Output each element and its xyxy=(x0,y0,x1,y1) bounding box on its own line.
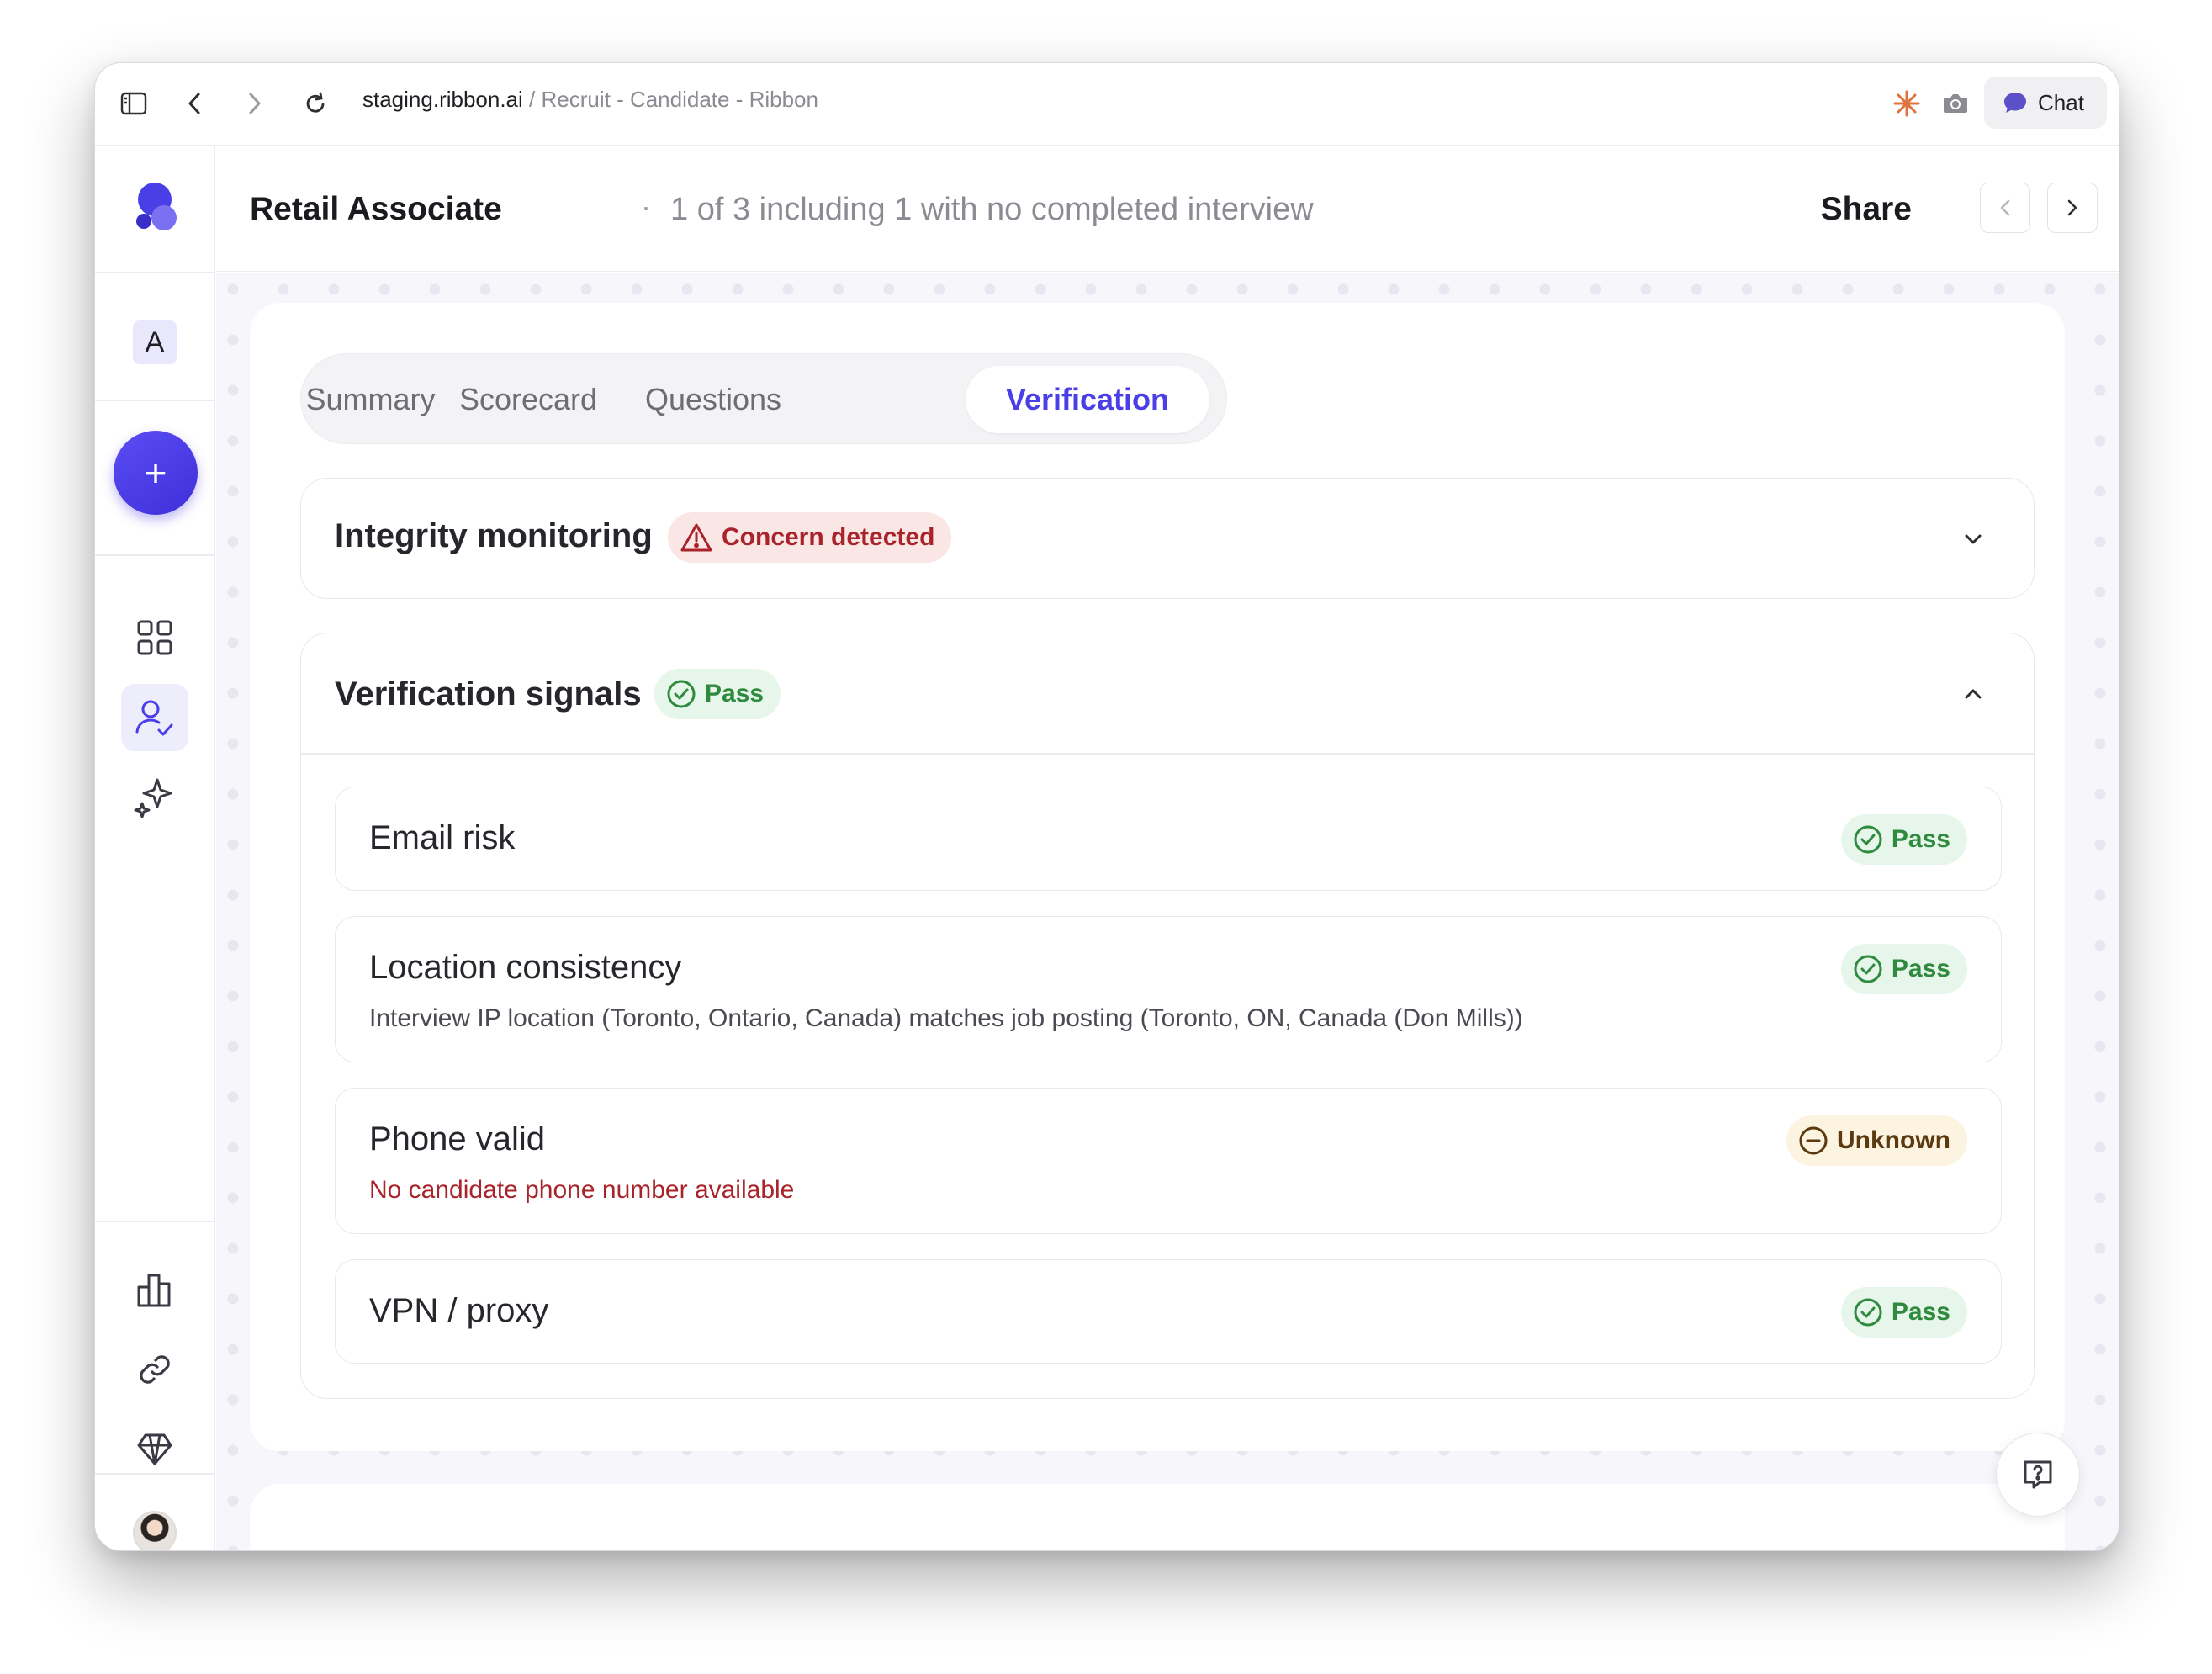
chat-button[interactable]: Chat xyxy=(1984,77,2107,129)
tab-scorecard[interactable]: Scorecard xyxy=(440,366,617,433)
sparkles-icon xyxy=(134,778,172,818)
app-sidebar: A + xyxy=(95,146,215,1550)
sidebar-item-integrations[interactable] xyxy=(121,1336,188,1403)
signal-status-badge: Unknown xyxy=(1786,1115,1967,1166)
verification-signals-title: Verification signals xyxy=(335,675,642,713)
sidebar-item-candidates[interactable] xyxy=(121,684,188,751)
reload-icon[interactable] xyxy=(295,83,336,124)
signal-location-consistency: Location consistency Interview IP locati… xyxy=(335,916,2002,1062)
signal-status-badge: Pass xyxy=(1840,944,1967,994)
sidebar-divider xyxy=(95,554,215,556)
signal-title: VPN / proxy xyxy=(369,1292,549,1329)
url-host: staging.ribbon.ai xyxy=(362,87,523,112)
signal-status-badge: Pass xyxy=(1840,1287,1967,1338)
check-circle-icon xyxy=(667,680,696,708)
sidebar-item-ai[interactable] xyxy=(121,764,188,831)
signal-title: Location consistency xyxy=(369,949,682,986)
forward-icon[interactable] xyxy=(235,83,275,124)
signal-email-risk: Email risk Pass xyxy=(335,787,2002,891)
candidate-card: Summary Scorecard Questions Verification… xyxy=(250,303,2065,1451)
back-icon[interactable] xyxy=(174,83,214,124)
extension-sparkle-icon[interactable] xyxy=(1887,83,1927,124)
check-circle-icon xyxy=(1854,955,1882,983)
page-title: Retail Associate xyxy=(250,191,502,227)
link-icon xyxy=(140,1355,170,1384)
verification-status-label: Pass xyxy=(705,680,765,707)
signal-description: No candidate phone number available xyxy=(369,1176,795,1204)
chevron-down-icon[interactable] xyxy=(1956,522,1990,556)
diamond-icon xyxy=(137,1433,172,1465)
grid-icon xyxy=(137,620,172,655)
page-header: Retail Associate · 1 of 3 including 1 wi… xyxy=(216,146,2119,272)
signal-status-badge: Pass xyxy=(1840,814,1967,865)
integrity-status-badge: Concern detected xyxy=(668,512,952,563)
check-circle-icon xyxy=(1854,1298,1882,1327)
address-bar[interactable]: staging.ribbon.ai / Recruit - Candidate … xyxy=(362,87,818,113)
signal-status-label: Unknown xyxy=(1837,1126,1950,1154)
sidebar-divider xyxy=(95,1473,215,1475)
integrity-status-label: Concern detected xyxy=(722,523,935,551)
signal-status-label: Pass xyxy=(1891,825,1950,853)
workspace-avatar[interactable]: A xyxy=(133,320,177,364)
sidebar-toggle-icon[interactable] xyxy=(114,83,154,124)
user-check-icon xyxy=(135,700,173,736)
verification-signals-section: Verification signals Pass Email risk Pas… xyxy=(300,633,2035,1399)
section-divider xyxy=(301,753,2034,755)
sidebar-divider xyxy=(95,400,215,401)
sidebar-item-dashboard[interactable] xyxy=(121,604,188,671)
help-button[interactable] xyxy=(1996,1433,2080,1517)
signal-status-label: Pass xyxy=(1891,955,1950,983)
candidate-count: 1 of 3 including 1 with no completed int… xyxy=(670,192,1314,227)
secondary-card xyxy=(250,1484,2065,1550)
main-content: Summary Scorecard Questions Verification… xyxy=(216,273,2119,1550)
tab-summary[interactable]: Summary xyxy=(305,366,435,433)
verification-status-badge: Pass xyxy=(654,669,781,719)
signal-vpn-proxy: VPN / proxy Pass xyxy=(335,1259,2002,1364)
sidebar-divider xyxy=(95,272,215,273)
sidebar-divider xyxy=(95,1221,215,1222)
signal-title: Email risk xyxy=(369,819,516,856)
signal-phone-valid: Phone valid No candidate phone number av… xyxy=(335,1088,2002,1234)
signal-status-label: Pass xyxy=(1891,1298,1950,1326)
share-button[interactable]: Share xyxy=(1821,191,1912,228)
title-separator: · xyxy=(641,189,651,224)
bar-chart-icon xyxy=(137,1274,171,1307)
new-button[interactable]: + xyxy=(114,431,198,515)
chevron-up-icon[interactable] xyxy=(1956,677,1990,711)
signal-description: Interview IP location (Toronto, Ontario,… xyxy=(369,1004,1523,1032)
integrity-monitoring-section[interactable]: Integrity monitoring Concern detected xyxy=(300,478,2035,599)
tab-bar: Summary Scorecard Questions Verification xyxy=(300,353,1227,444)
signal-title: Phone valid xyxy=(369,1120,546,1157)
check-circle-icon xyxy=(1854,825,1882,854)
tab-verification[interactable]: Verification xyxy=(966,366,1209,433)
browser-toolbar: staging.ribbon.ai / Recruit - Candidate … xyxy=(95,63,2119,146)
url-page-title: Recruit - Candidate - Ribbon xyxy=(541,87,818,112)
help-chat-icon xyxy=(2024,1460,2052,1489)
tab-questions[interactable]: Questions xyxy=(625,366,802,433)
chevron-left-icon xyxy=(2000,199,2010,216)
sidebar-item-reports[interactable] xyxy=(121,1256,188,1323)
chevron-right-icon xyxy=(2067,199,2077,216)
camera-icon[interactable] xyxy=(1935,83,1976,124)
integrity-monitoring-title: Integrity monitoring xyxy=(335,517,653,554)
previous-candidate-button[interactable] xyxy=(1980,183,2030,233)
ribbon-logo[interactable] xyxy=(127,179,183,239)
next-candidate-button[interactable] xyxy=(2047,183,2098,233)
url-separator: / xyxy=(522,87,542,112)
chat-bubble-icon xyxy=(2004,93,2026,113)
warning-triangle-icon xyxy=(680,523,712,552)
user-avatar[interactable] xyxy=(133,1511,177,1550)
minus-circle-icon xyxy=(1799,1126,1828,1155)
chat-label: Chat xyxy=(2038,89,2084,115)
browser-window: staging.ribbon.ai / Recruit - Candidate … xyxy=(94,62,2119,1551)
